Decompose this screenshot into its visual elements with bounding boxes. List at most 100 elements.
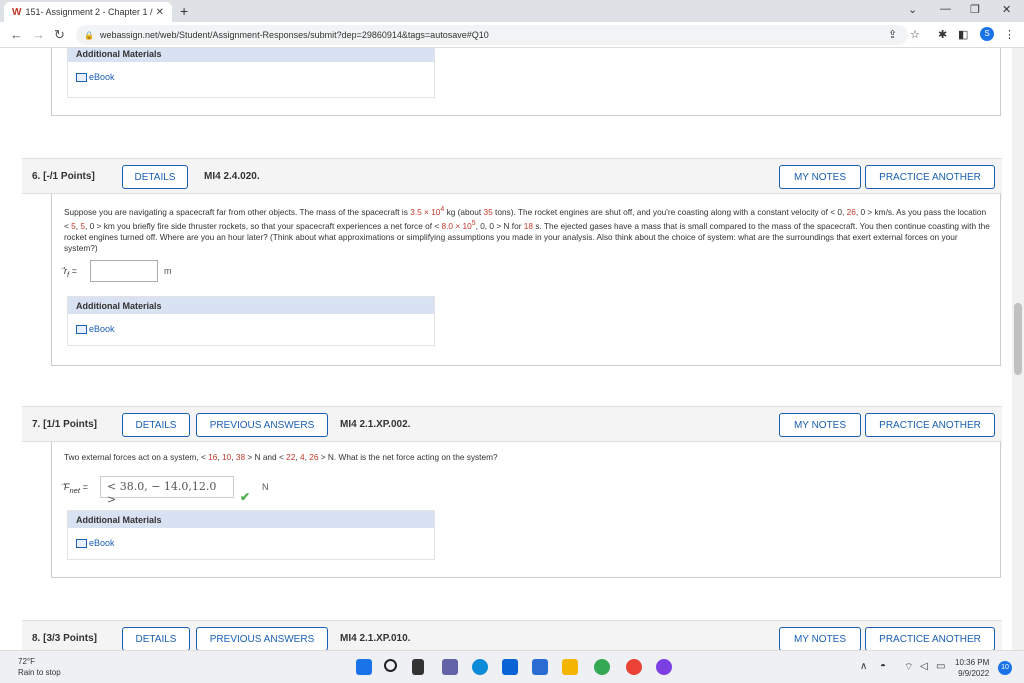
window-close-icon[interactable]: ✕ — [1002, 3, 1011, 16]
additional-materials-heading: Additional Materials — [68, 511, 434, 528]
file-explorer-icon[interactable] — [562, 659, 578, 675]
additional-materials-heading: Additional Materials — [68, 297, 434, 314]
additional-materials-box: Additional Materials eBook — [67, 296, 435, 346]
question-6-body: Suppose you are navigating a spacecraft … — [51, 194, 1001, 366]
additional-materials-box: Additional Materials eBook — [67, 48, 435, 98]
lock-icon: 🔒 — [84, 30, 94, 40]
page-content: Additional Materials eBook 6. [-/1 Point… — [0, 48, 1012, 650]
velocity-value: 26 — [846, 206, 856, 217]
my-notes-button[interactable]: MY NOTES — [779, 165, 861, 189]
text: > N and < — [245, 452, 287, 462]
mail-icon[interactable] — [502, 659, 518, 675]
force-value: 8.0 × 10 — [441, 220, 472, 231]
ebook-link[interactable]: eBook — [68, 62, 434, 92]
minimize-icon[interactable]: — — [940, 3, 951, 15]
book-icon — [76, 72, 87, 82]
practice-another-button[interactable]: PRACTICE ANOTHER — [865, 165, 995, 189]
question-5-body: Additional Materials eBook — [51, 48, 1001, 116]
windows-start-icon[interactable] — [356, 659, 372, 675]
question-number: 6. [-/1 Points] — [32, 171, 95, 182]
my-notes-button[interactable]: MY NOTES — [779, 413, 861, 437]
question-7-body: Two external forces act on a system, < 1… — [51, 442, 1001, 578]
force2-x: 22 — [286, 452, 296, 462]
sidepanel-icon[interactable]: ◧ — [958, 28, 968, 41]
correct-check-icon: ✔ — [240, 490, 251, 504]
page-scrollbar[interactable] — [1012, 48, 1024, 650]
chrome-icon[interactable] — [594, 659, 610, 675]
final-position-input[interactable] — [90, 260, 158, 282]
question-6-header: 6. [-/1 Points] DETAILS MI4 2.4.020. MY … — [22, 158, 1002, 194]
browser-tab[interactable]: W 151- Assignment 2 - Chapter 1 / ✕ — [4, 2, 172, 22]
text: > N. What is the net force acting on the… — [318, 452, 498, 462]
tray-app-icon[interactable]: ◓ — [880, 661, 886, 672]
restore-icon[interactable]: ❐ — [970, 3, 980, 16]
details-button[interactable]: DETAILS — [122, 413, 190, 437]
menu-icon[interactable]: ⋮ — [1004, 28, 1015, 41]
details-button[interactable]: DETAILS — [122, 627, 190, 650]
mass-value: 3.5 × 10 — [410, 206, 441, 217]
answer-label: ⃗rf = — [64, 266, 77, 279]
unit-label: N — [262, 482, 269, 492]
ebook-link[interactable]: eBook — [68, 528, 434, 558]
teams-icon[interactable] — [442, 659, 458, 675]
ebook-label: eBook — [89, 324, 115, 334]
answer-label: ⃗Fnet = — [64, 482, 88, 495]
force1-z: 38 — [235, 452, 246, 462]
back-icon[interactable]: ← — [10, 27, 23, 42]
question-code: MI4 2.4.020. — [204, 171, 260, 182]
previous-answers-button[interactable]: PREVIOUS ANSWERS — [196, 627, 328, 650]
address-bar[interactable]: 🔒 webassign.net/web/Student/Assignment-R… — [76, 25, 908, 45]
share-icon[interactable]: ⇪ — [888, 28, 897, 41]
unit-label: m — [164, 266, 172, 276]
windows-taskbar: 72°F Rain to stop ∧ ◓ ⌔ ◁ ▭ 10:36 PM 9/9… — [0, 650, 1024, 683]
text: Two external forces act on a system, < — [64, 452, 209, 462]
additional-materials-heading: Additional Materials — [68, 48, 434, 62]
system-clock[interactable]: 10:36 PM 9/9/2022 — [955, 657, 989, 679]
discord-icon[interactable] — [656, 659, 672, 675]
edge-icon[interactable] — [472, 659, 488, 675]
notification-badge[interactable]: 10 — [998, 661, 1012, 675]
text: kg (about — [444, 206, 484, 217]
additional-materials-box: Additional Materials eBook — [67, 510, 435, 560]
question-code: MI4 2.1.XP.010. — [340, 633, 411, 644]
question-7-text: Two external forces act on a system, < 1… — [64, 452, 992, 463]
question-8-header: 8. [3/3 Points] DETAILS PREVIOUS ANSWERS… — [22, 620, 1002, 650]
practice-another-button[interactable]: PRACTICE ANOTHER — [865, 627, 995, 650]
time: 10:36 PM — [955, 658, 990, 667]
profile-avatar[interactable]: S — [980, 27, 994, 41]
text: tons). The rocket engines are shut off, … — [492, 206, 847, 217]
practice-another-button[interactable]: PRACTICE ANOTHER — [865, 413, 995, 437]
new-tab-icon[interactable]: + — [180, 3, 188, 19]
task-view-icon[interactable] — [412, 659, 424, 675]
book-icon — [76, 324, 87, 334]
store-icon[interactable] — [532, 659, 548, 675]
battery-icon[interactable]: ▭ — [936, 661, 945, 672]
text: , 0 > km you briefly fire side thruster … — [85, 220, 442, 231]
text: Suppose you are navigating a spacecraft … — [64, 206, 411, 217]
volume-icon[interactable]: ◁ — [920, 661, 928, 672]
ebook-link[interactable]: eBook — [68, 314, 434, 344]
time-value: 18 — [523, 220, 534, 231]
details-button[interactable]: DETAILS — [122, 165, 188, 189]
browser-toolbar: ← → ↻ 🔒 webassign.net/web/Student/Assign… — [0, 22, 1024, 48]
my-notes-button[interactable]: MY NOTES — [779, 627, 861, 650]
weather-widget[interactable]: 72°F Rain to stop — [18, 656, 61, 678]
search-icon[interactable] — [384, 659, 397, 672]
bookmark-star-icon[interactable]: ☆ — [910, 28, 920, 41]
net-force-answer[interactable]: < 38.0, − 14.0,12.0 > — [100, 476, 234, 506]
question-number: 7. [1/1 Points] — [32, 419, 98, 430]
previous-answers-button[interactable]: PREVIOUS ANSWERS — [196, 413, 328, 437]
tray-chevron-icon[interactable]: ∧ — [860, 661, 867, 672]
scrollbar-thumb[interactable] — [1014, 303, 1022, 375]
extensions-icon[interactable]: ✱ — [938, 28, 947, 41]
forward-icon[interactable]: → — [32, 27, 45, 42]
force1-x: 16 — [208, 452, 218, 462]
tab-close-icon[interactable]: ✕ — [156, 7, 164, 18]
question-6-text: Suppose you are navigating a spacecraft … — [64, 204, 992, 254]
question-number: 8. [3/3 Points] — [32, 633, 98, 644]
chrome-profile-icon[interactable] — [626, 659, 642, 675]
tab-search-icon[interactable]: ⌄ — [908, 3, 917, 16]
wifi-icon[interactable]: ⌔ — [904, 661, 913, 674]
reload-icon[interactable]: ↻ — [54, 27, 65, 43]
question-code: MI4 2.1.XP.002. — [340, 419, 411, 430]
